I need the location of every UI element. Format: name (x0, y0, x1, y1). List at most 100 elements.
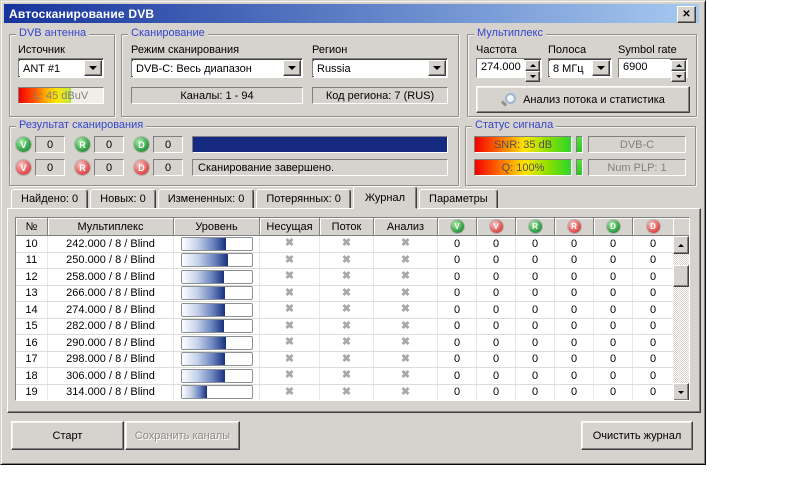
cell-count: 0 (594, 286, 633, 302)
cell-count: 0 (633, 352, 673, 368)
table-body: 10242.000 / 8 / Blind✖✖✖00000011250.000 … (16, 236, 673, 401)
vertical-scrollbar[interactable] (673, 236, 689, 401)
analyze-stream-button[interactable]: Анализ потока и статистика (476, 86, 690, 113)
cell-stream: ✖ (320, 335, 374, 351)
group-dvb-antenna: DVB антенна Источник ANT #1 L: 45 dBuV (9, 34, 115, 117)
col-header-v-ok[interactable]: V (438, 218, 477, 236)
scroll-down-button[interactable] (673, 383, 689, 401)
col-header-v-fail[interactable]: V (477, 218, 516, 236)
col-header-r-fail[interactable]: R (555, 218, 594, 236)
scan-progress-bar (192, 136, 448, 153)
close-button[interactable]: ✕ (677, 6, 696, 23)
cell-stream: ✖ (320, 286, 374, 302)
cell-count: 0 (555, 286, 594, 302)
cell-count: 0 (516, 269, 555, 285)
cell-multiplex: 298.000 / 8 / Blind (48, 352, 174, 368)
x-mark-icon: ✖ (285, 288, 294, 299)
col-header-stream[interactable]: Поток (320, 218, 374, 236)
clear-journal-button[interactable]: Очистить журнал (581, 421, 693, 450)
col-header-d-ok[interactable]: D (594, 218, 633, 236)
cell-count: 0 (555, 368, 594, 384)
standard-field: DVB-C (588, 136, 686, 153)
group-signal-status-caption: Статус сигнала (472, 119, 556, 131)
plp-text: Num PLP: 1 (607, 162, 666, 174)
frequency-down-button[interactable] (525, 71, 540, 82)
col-header-analysis[interactable]: Анализ (374, 218, 438, 236)
cell-count: 0 (594, 253, 633, 269)
tab-found[interactable]: Найдено: 0 (11, 189, 88, 209)
symbol-rate-value[interactable]: 6900 (619, 59, 670, 77)
frequency-up-button[interactable] (525, 60, 540, 71)
antenna-level-text: L: 45 dBuV (19, 88, 103, 103)
table-row[interactable]: 11250.000 / 8 / Blind✖✖✖000000 (16, 253, 673, 270)
table-row[interactable]: 18306.000 / 8 / Blind✖✖✖000000 (16, 368, 673, 385)
cell-num: 16 (16, 335, 48, 351)
region-label: Регион (312, 44, 347, 56)
frequency-spinner[interactable]: 274.000 (476, 58, 542, 78)
region-code-field: Код региона: 7 (RUS) (312, 87, 448, 104)
quality-meter: Q: 100% (474, 159, 572, 176)
x-mark-icon: ✖ (285, 337, 294, 348)
symbol-rate-up-button[interactable] (671, 60, 686, 71)
col-header-d-fail[interactable]: D (633, 218, 673, 236)
col-header-multiplex[interactable]: Мультиплекс (48, 218, 174, 236)
x-mark-icon: ✖ (285, 321, 294, 332)
scan-mode-combo[interactable]: DVB-C: Весь диапазон (131, 58, 303, 78)
scan-mode-combo-dropdown[interactable] (283, 60, 301, 76)
table-row[interactable]: 12258.000 / 8 / Blind✖✖✖000000 (16, 269, 673, 286)
table-row[interactable]: 14274.000 / 8 / Blind✖✖✖000000 (16, 302, 673, 319)
table-row[interactable]: 19314.000 / 8 / Blind✖✖✖000000 (16, 385, 673, 402)
scroll-up-button[interactable] (673, 236, 689, 254)
col-header-level[interactable]: Уровень (174, 218, 260, 236)
cell-carrier: ✖ (260, 368, 320, 384)
table-row[interactable]: 15282.000 / 8 / Blind✖✖✖000000 (16, 319, 673, 336)
region-combo-dropdown[interactable] (428, 60, 446, 76)
source-combo-dropdown[interactable] (84, 60, 102, 76)
arrow-up-icon (678, 241, 684, 247)
group-multiplex-caption: Мультиплекс (474, 27, 546, 39)
table-row[interactable]: 16290.000 / 8 / Blind✖✖✖000000 (16, 335, 673, 352)
cell-level (174, 352, 260, 368)
col-header-carrier[interactable]: Несущая (260, 218, 320, 236)
tab-journal[interactable]: Журнал (353, 186, 417, 209)
symbol-rate-spinner[interactable]: 6900 (618, 58, 688, 78)
table-row[interactable]: 17298.000 / 8 / Blind✖✖✖000000 (16, 352, 673, 369)
cell-count: 0 (516, 385, 555, 401)
frequency-label: Частота (476, 44, 517, 56)
x-mark-icon: ✖ (342, 288, 351, 299)
col-header-num[interactable]: № (16, 218, 48, 236)
source-combo[interactable]: ANT #1 (18, 58, 104, 78)
fail-d-count: 0 (153, 159, 183, 176)
start-button[interactable]: Старт (11, 421, 124, 450)
table-row[interactable]: 10242.000 / 8 / Blind✖✖✖000000 (16, 236, 673, 253)
cell-count: 0 (438, 236, 477, 252)
scrollbar-thumb[interactable] (673, 265, 689, 287)
cell-carrier: ✖ (260, 319, 320, 335)
window-title: Автосканирование DVB (9, 7, 154, 21)
bandwidth-combo[interactable]: 8 МГц (548, 58, 612, 78)
x-mark-icon: ✖ (285, 238, 294, 249)
cell-count: 0 (555, 352, 594, 368)
tab-lost[interactable]: Потерянных: 0 (256, 189, 351, 209)
scrollbar-track[interactable] (673, 287, 689, 383)
cell-count: 0 (516, 352, 555, 368)
save-channels-button[interactable]: Сохранить каналы (125, 421, 240, 450)
tab-changed[interactable]: Измененных: 0 (158, 189, 255, 209)
bandwidth-combo-dropdown[interactable] (592, 60, 610, 76)
level-bar-fill (182, 337, 226, 349)
table-row[interactable]: 13266.000 / 8 / Blind✖✖✖000000 (16, 286, 673, 303)
title-bar[interactable]: Автосканирование DVB ✕ (4, 4, 699, 23)
cell-stream: ✖ (320, 253, 374, 269)
autoscan-dvb-window: Автосканирование DVB ✕ DVB антенна Источ… (0, 0, 706, 465)
x-mark-icon: ✖ (401, 271, 410, 282)
tab-parameters[interactable]: Параметры (419, 189, 498, 209)
tab-new[interactable]: Новых: 0 (90, 189, 156, 209)
region-combo[interactable]: Russia (312, 58, 448, 78)
frequency-value[interactable]: 274.000 (477, 59, 524, 77)
col-header-r-ok[interactable]: R (516, 218, 555, 236)
x-mark-icon: ✖ (285, 255, 294, 266)
cell-stream: ✖ (320, 269, 374, 285)
cell-analysis: ✖ (374, 302, 438, 318)
cell-count: 0 (438, 253, 477, 269)
symbol-rate-down-button[interactable] (671, 71, 686, 82)
